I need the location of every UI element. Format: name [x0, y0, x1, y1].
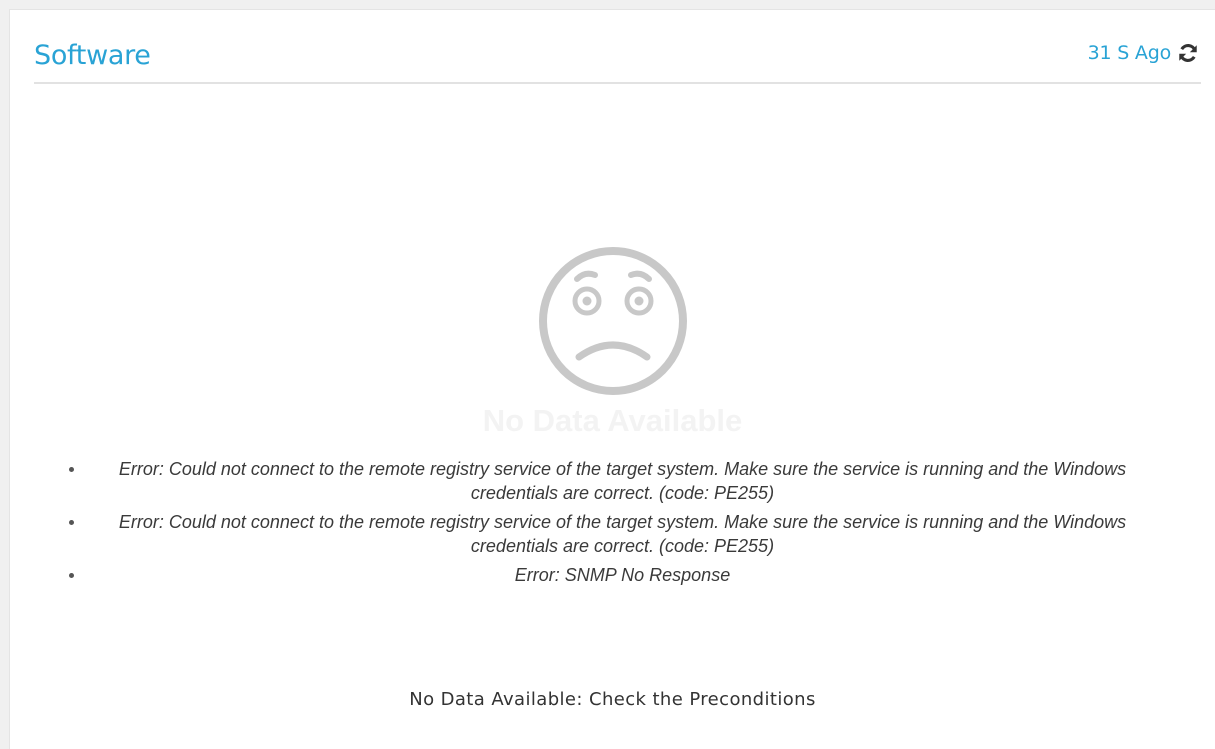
preconditions-note: No Data Available: Check the Preconditio…: [409, 689, 816, 710]
bullet-icon: [69, 467, 74, 472]
error-text: Error: SNMP No Response: [514, 565, 731, 585]
error-item: Error: SNMP No Response: [66, 563, 1155, 587]
refresh-button[interactable]: 31 S Ago: [1088, 42, 1199, 64]
no-data-watermark: No Data Available: [482, 403, 743, 438]
error-text: Error: Could not connect to the remote r…: [118, 512, 1127, 556]
sad-face-icon: [538, 247, 687, 395]
empty-state: [10, 245, 1215, 397]
panel-header: Software 31 S Ago: [34, 38, 1201, 84]
refresh-icon[interactable]: [1177, 42, 1199, 64]
panel-title: Software: [34, 40, 151, 71]
bullet-icon: [69, 520, 74, 525]
error-item: Error: Could not connect to the remote r…: [66, 457, 1155, 505]
bullet-icon: [69, 573, 74, 578]
error-text: Error: Could not connect to the remote r…: [118, 459, 1127, 503]
last-refresh-time[interactable]: 31 S Ago: [1088, 42, 1172, 64]
error-list: Error: Could not connect to the remote r…: [66, 457, 1155, 592]
error-item: Error: Could not connect to the remote r…: [66, 510, 1155, 558]
software-panel: Software 31 S Ago No Data Available Erro…: [9, 9, 1215, 749]
